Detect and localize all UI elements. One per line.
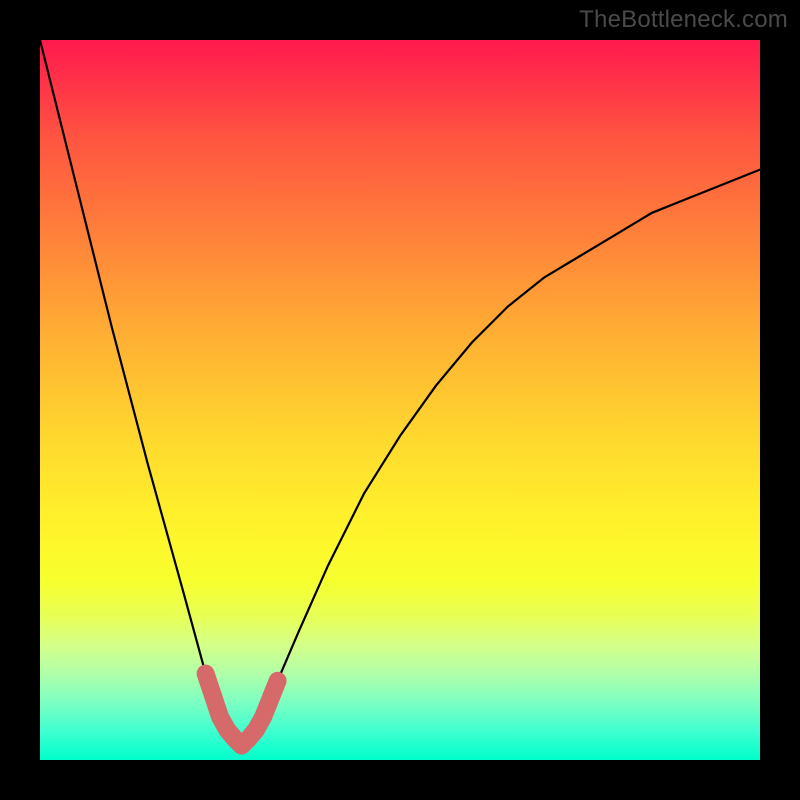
- plot-area: [40, 40, 760, 760]
- optimal-zone-highlight: [206, 674, 278, 746]
- bottleneck-curve: [40, 40, 760, 746]
- watermark-text: TheBottleneck.com: [579, 6, 788, 34]
- curve-layer: [40, 40, 760, 760]
- chart-frame: TheBottleneck.com: [0, 0, 800, 800]
